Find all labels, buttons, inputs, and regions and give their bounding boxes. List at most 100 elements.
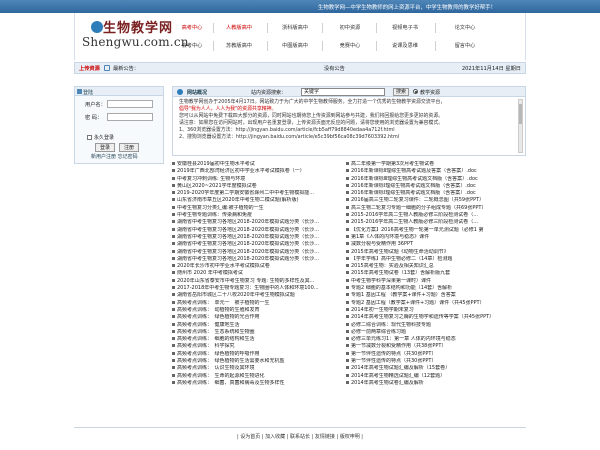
list-item[interactable]: 安徽桂县2019届初中生物水平考试 — [172, 161, 344, 168]
remember-checkbox[interactable] — [87, 135, 92, 140]
nav-item-shuoke[interactable]: 说课及思维 — [381, 38, 429, 54]
list-item-text[interactable]: 高频考点训练： 健康地生活 — [177, 322, 240, 328]
list-item-text[interactable]: 湖南省中考生物复习各地区2018-2020年模拟试题分类（长沙... — [177, 219, 319, 225]
overview-scrollbar[interactable] — [518, 99, 523, 153]
list-item-text[interactable]: 2015-2016学年高二生物人教版必修三阶段检测试卷（... — [351, 219, 478, 225]
list-item[interactable]: 2014年高考生物复习之酶的生物学和遗传等学案（共45张PPT） — [346, 314, 528, 321]
list-item[interactable]: 湖南省中考生物复习各地区2018-2020年模拟试题分类（长沙... — [172, 234, 344, 241]
list-item-text[interactable]: 2015年高考生物试卷（13套）含解析版九套 — [351, 270, 450, 276]
list-item-text[interactable]: 2014年高考生物复习之酶的生物学和遗传等学案（共45张PPT） — [351, 314, 494, 320]
list-item[interactable]: 湖南省中考生物复习各地区2018-2020年模拟试题分类（长沙... — [172, 256, 344, 263]
list-item-text[interactable]: 2014年高考生物试卷汇编及解析 — [351, 380, 424, 386]
list-item[interactable]: 高频考点训练： 科学探究 — [172, 343, 344, 350]
list-item[interactable]: 2016届高三生物二轮复习课件：二轮概念图（共59张PPT） — [346, 197, 528, 204]
list-item[interactable]: 2020年长沙市初中学业水平考试模拟试卷 — [172, 263, 344, 270]
list-item-text[interactable]: 高频考点训练： 认识生物及其环境 — [177, 365, 255, 371]
list-item-text[interactable]: 湖南省中考生物复习各地区2018-2020年模拟试题分类（长沙... — [177, 227, 319, 233]
list-item-text[interactable]: 2017-2018年中考生物专题复习：生物圈中的人体和环境100... — [177, 285, 319, 291]
list-item-text[interactable]: 高频考点训练： 单元一 被子植物的一生 — [177, 300, 270, 306]
list-item-text[interactable]: 第一节伴性遗传的特点（共30张PPT） — [351, 358, 436, 364]
list-item[interactable]: 湖南省中考生物复习各地区2018-2020年模拟试题分类（长沙... — [172, 227, 344, 234]
list-item-text[interactable]: 2020年山东省泰安市中考生物复习 专题: 生物的多样性及其... — [177, 278, 314, 284]
list-item-text[interactable]: 高频考点训练： 绿色植物的生活需要水和无机盐 — [177, 358, 285, 364]
list-item-text[interactable]: 专题1 基因工程 （教学案+课件+习题）含答案 — [351, 292, 456, 298]
footer-links[interactable]: | 设为首页 | 加入收藏 | 联系站长 | 友情链接 | 版权申明 | — [0, 433, 600, 440]
list-item[interactable]: 高频考点训练： 生态系统和生物圈 — [172, 329, 344, 336]
list-item[interactable]: 中考生物学科学深果第一课时）课件 — [346, 278, 528, 285]
list-item-text[interactable]: 必修一前两章综合练习题 — [351, 329, 406, 335]
list-item[interactable]: 【学年学练】高中生物必修二（14章）检测题 — [346, 256, 528, 263]
list-item[interactable]: 专题2 基因工程（教学案+课件+习题）课件（共45张PPT） — [346, 300, 528, 307]
list-item[interactable]: 山东省济南市章丘区2020年中考生物二模试题(解析版) — [172, 197, 344, 204]
list-item-text[interactable]: 专题2 基因工程（教学案+课件+习题）课件（共45张PPT） — [351, 300, 485, 306]
upload-resource-link[interactable]: 上传资源 — [79, 65, 100, 72]
list-item-text[interactable]: 2016届高三生物二轮复习课件：二轮概念图（共59张PPT） — [351, 197, 484, 203]
list-item[interactable]: 高频考点训练： 绿色植物的生活需要水和无机盐 — [172, 358, 344, 365]
list-item[interactable]: 减数分裂与受精作用 36PPT — [346, 241, 528, 248]
list-item[interactable]: 2017-2018年中考生物专题复习：生物圈中的人体和环境100... — [172, 285, 344, 292]
list-item[interactable]: 必修二综合训练：现代生物科技专题 — [346, 322, 528, 329]
list-item[interactable]: 高频考点训练： 健康地生活 — [172, 322, 344, 329]
list-item-text[interactable]: 第一节减数分裂和受精作用（共38张PPT） — [351, 343, 446, 349]
list-item-text[interactable]: 2014年初一生物学期末复习 — [351, 307, 414, 313]
list-item-text[interactable]: 2015年高考生物试题《动物生命活动调节》 — [351, 249, 449, 255]
nav-item-chuzhong[interactable]: 初中资源 — [328, 20, 372, 36]
nav-item-zhongtu[interactable]: 中图版高中 — [273, 38, 317, 54]
list-item[interactable]: 高二年级第一学期第3次月考生物试卷 — [346, 161, 528, 168]
list-item-text[interactable]: 中考生物复习分类汇编:被子植物的一生 — [177, 205, 264, 211]
list-item[interactable]: 【优化方案】2016高考生物一轮第一单元测试题（必修1 第 — [346, 227, 528, 234]
list-item-text[interactable]: 高频考点训练： 动植物的生殖和发育 — [177, 307, 260, 313]
list-item-text[interactable]: 2016年新课标Ⅰ理综生物高考试题文档版（含答案）.doc — [351, 183, 476, 189]
list-item[interactable]: 2014年高考生物试卷汇编及解析 — [346, 380, 528, 387]
list-item-text[interactable]: 必修三单元练习1：第一章 人体的内环境与稳态 — [351, 336, 456, 342]
list-item[interactable]: 第一节伴性遗传的特点（共30张PPT） — [346, 351, 528, 358]
list-item[interactable]: 高频考点训练： 绿色植物的光合作用 — [172, 314, 344, 321]
list-item[interactable]: 2015-2016学年高二生物人教版必修三阶段检测试卷（... — [346, 219, 528, 226]
list-item-text[interactable]: 高频考点训练： 生态系统和生物圈 — [177, 329, 255, 335]
list-item[interactable]: 2015高考生物：实验及相关知识汇总 — [346, 263, 528, 270]
list-item-text[interactable]: 安徽桂县2019届初中生物水平考试 — [177, 161, 255, 167]
list-item-text[interactable]: 2019年广西北部湾经济区初中学业水平考试模拟卷（一） — [177, 168, 305, 174]
list-item[interactable]: 第1章《人体的内环境与稳态》课件 — [346, 234, 528, 241]
list-item-text[interactable]: 中考生物学科学深果第一课时）课件 — [351, 278, 431, 284]
nav-item-renjiao[interactable]: 人教版高中 — [217, 20, 261, 36]
list-item-text[interactable]: 高频考点训练： 细菌、真菌和病毒及生物多样性 — [177, 380, 285, 386]
list-item-text[interactable]: 2015高考生物：实验及相关知识汇总 — [351, 263, 434, 269]
list-item[interactable]: 2015年高考生物试题《动物生命活动调节》 — [346, 249, 528, 256]
list-item-text[interactable]: 山东省济南市章丘区2020年中考生物二模试题(解析版) — [177, 197, 299, 203]
list-item-text[interactable]: 必修二综合训练：现代生物科技专题 — [351, 322, 431, 328]
list-item[interactable]: 高频考点训练： 动植物的生殖和发育 — [172, 307, 344, 314]
register-button[interactable]: 注册 — [119, 143, 139, 152]
list-item[interactable]: 高频考点训练： 单元一 被子植物的一生 — [172, 300, 344, 307]
list-item-text[interactable]: 随州市 2020 年中考模拟考试 — [177, 270, 243, 276]
list-item-text[interactable]: 2015-2016学年高二生物人教版必修三阶段检测试卷（... — [351, 212, 478, 218]
list-item[interactable]: 第一节减数分裂和受精作用（共38张PPT） — [346, 343, 528, 350]
list-item[interactable]: 必修三单元练习1：第一章 人体的内环境与稳态 — [346, 336, 528, 343]
nav-item-video[interactable]: 视频电子书 — [381, 20, 429, 36]
list-item-text[interactable]: 2016年新课标Ⅰ理综生物高考试题文档版（含答案）.doc — [351, 190, 476, 196]
nav-item-lunwen[interactable]: 论文中心 — [443, 20, 487, 36]
nav-item-sujiao[interactable]: 苏教版高中 — [217, 38, 261, 54]
nav-item-gaokao[interactable]: 高考中心 — [173, 20, 211, 36]
list-item-text[interactable]: 高频考点训练： 科学探究 — [177, 343, 235, 349]
list-item-text[interactable]: 【学年学练】高中生物必修二（14章）检测题 — [351, 256, 452, 262]
list-item-text[interactable]: 【优化方案】2016高考生物一轮第一单元测试题（必修1 第 — [351, 227, 484, 233]
list-item[interactable]: 必修一前两章综合练习题 — [346, 329, 528, 336]
list-item-text[interactable]: 中考复习冲刺训练: 生物与环境 — [177, 176, 245, 182]
list-item[interactable]: 高三生物二轮复习专题一细胞的分子组成专题（共69张PPT） — [346, 205, 528, 212]
list-item-text[interactable]: 湖南省中考生物复习各地区2018-2020年模拟试题分类（长沙... — [177, 256, 319, 262]
username-input[interactable] — [107, 100, 153, 108]
list-item-text[interactable]: 减数分裂与受精作用 36PPT — [351, 241, 413, 247]
list-item-text[interactable]: 中考生物专题训练：传染病和免疫 — [177, 212, 252, 218]
list-item[interactable]: 湖南省中考生物复习各地区2018-2020年模拟试题分类（长沙... — [172, 219, 344, 226]
list-item[interactable]: 高频考点训练： 认识生物及其环境 — [172, 365, 344, 372]
list-item[interactable]: 2019年广西北部湾经济区初中学业水平考试模拟卷（一） — [172, 168, 344, 175]
list-item-text[interactable]: 黄山区2020~2021学年度模拟试卷 — [177, 183, 257, 189]
list-item[interactable]: 湖南省岳阳市城区二十八校2020年中考生物模拟试题 — [172, 292, 344, 299]
list-item-text[interactable]: 2014年高考生物精选试题汇编（12套题） — [351, 373, 445, 379]
list-item-text[interactable]: 高频考点训练： 绿色植物的呼吸作用 — [177, 351, 260, 357]
register-forgot-links[interactable]: 新用户注册 忘记密码 — [91, 153, 138, 160]
list-item-text[interactable]: 第一节伴性遗传的特点（共30张PPT） — [351, 351, 436, 357]
list-item[interactable]: 中考生物专题训练：传染病和免疫 — [172, 212, 344, 219]
list-item[interactable]: 专题2 细胞的基本结构和功能（14套）含解析 — [346, 285, 528, 292]
